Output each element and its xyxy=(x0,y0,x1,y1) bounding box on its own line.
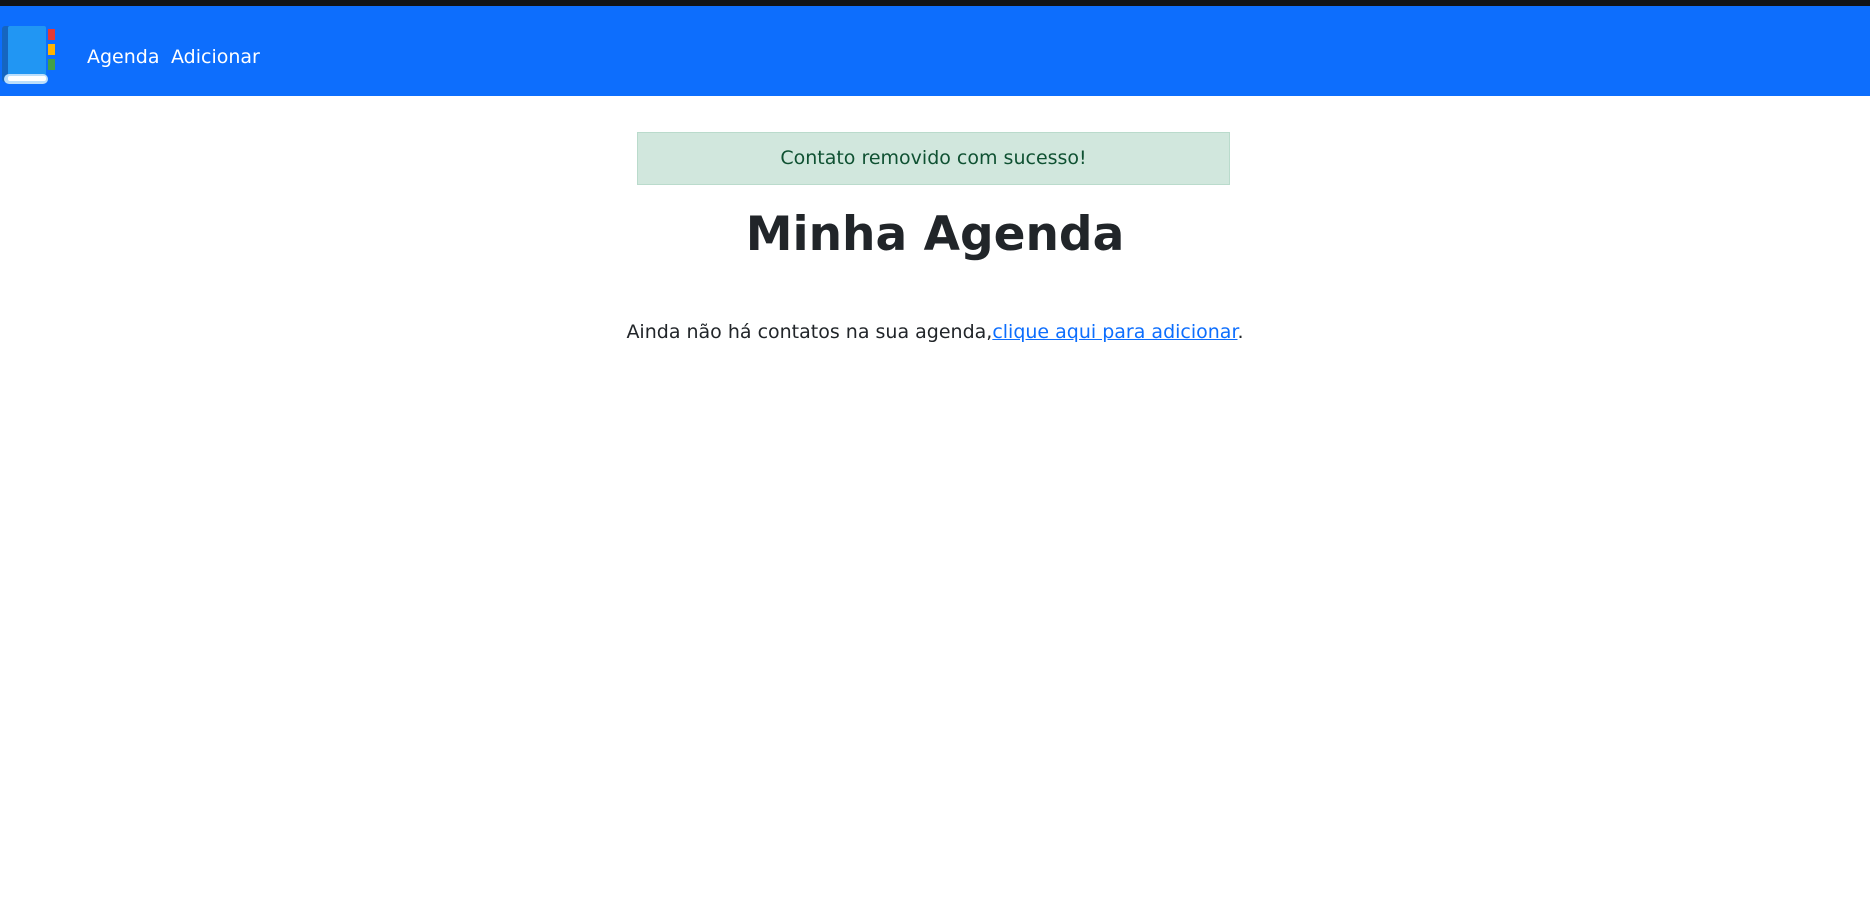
address-book-icon[interactable] xyxy=(0,20,60,90)
empty-state-suffix: . xyxy=(1237,321,1244,343)
empty-state-message: Ainda não há contatos na sua agenda,cliq… xyxy=(0,317,1870,347)
nav-link-adicionar[interactable]: Adicionar xyxy=(171,42,260,72)
add-contact-link[interactable]: clique aqui para adicionar xyxy=(992,321,1237,343)
nav-link-agenda[interactable]: Agenda xyxy=(87,42,160,72)
success-alert: Contato removido com sucesso! xyxy=(637,132,1230,185)
navbar: Agenda Adicionar xyxy=(0,6,1870,96)
page-title: Minha Agenda xyxy=(745,207,1125,262)
empty-state-text: Ainda não há contatos na sua agenda, xyxy=(626,321,993,343)
